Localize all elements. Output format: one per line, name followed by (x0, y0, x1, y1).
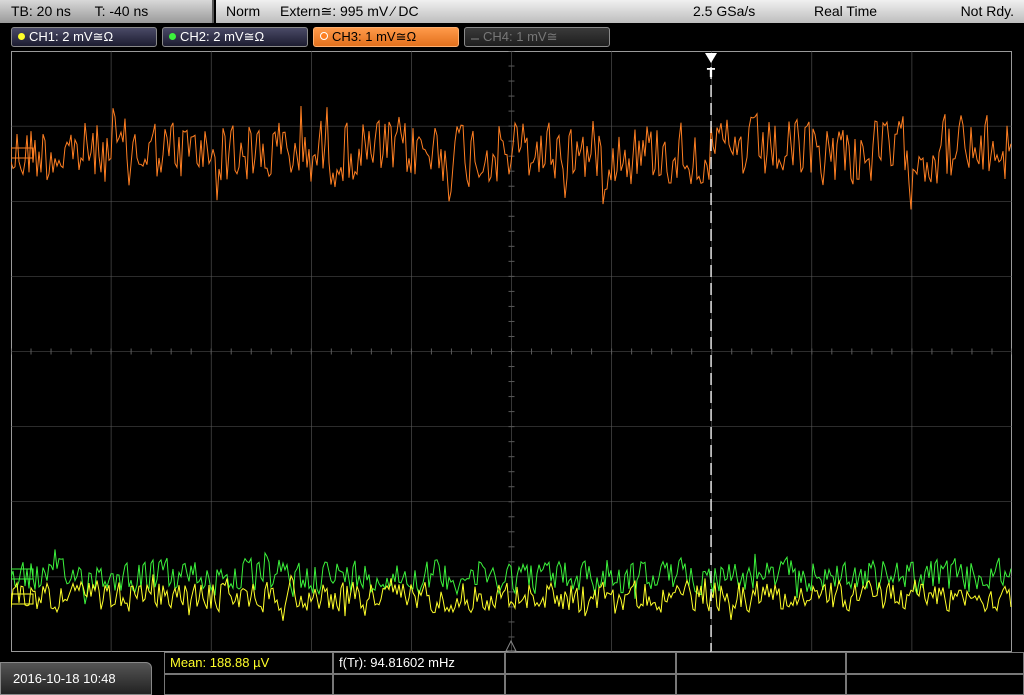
ch4-label: CH4: 1 mV≅ (483, 29, 558, 44)
ch1-label: CH1: 2 mV≅Ω (29, 29, 114, 44)
trigger-frequency-measurement[interactable]: f(Tr): 94.81602 mHz (333, 652, 505, 674)
trigger-marker-label: T (707, 66, 716, 80)
trigger-source: Extern≅: 995 mV ⁄ DC (280, 3, 419, 19)
measurement-panel[interactable]: Mean: 188.88 µV f(Tr): 94.81602 mHz (164, 652, 1024, 695)
ch3-waveform (11, 105, 1012, 210)
ch1-waveform (11, 574, 1012, 621)
trigger-ready-status: Not Rdy. (960, 3, 1014, 19)
top-status-bar: TB: 20 ns T: -40 ns Norm Extern≅: 995 mV… (0, 0, 1024, 24)
ch4-off-icon (471, 38, 479, 40)
measurement-slot-7[interactable] (333, 674, 505, 695)
ch2-dot-icon (169, 33, 176, 40)
ch2-label: CH2: 2 mV≅Ω (180, 29, 265, 44)
measurement-slot-6[interactable] (164, 674, 333, 695)
tab-ch3[interactable]: CH3: 1 mV≅Ω (313, 27, 459, 47)
measurement-slot-8[interactable] (505, 674, 676, 695)
trigger-arrow-icon[interactable] (705, 53, 717, 63)
measurement-slot-4[interactable] (676, 652, 846, 674)
ch1-dot-icon (18, 33, 25, 40)
measurement-slot-10[interactable] (846, 674, 1024, 695)
channel-tabs: CH1: 2 mV≅Ω CH2: 2 mV≅Ω CH3: 1 mV≅Ω CH4:… (0, 25, 1024, 49)
acquisition-status[interactable]: Norm Extern≅: 995 mV ⁄ DC 2.5 GSa/s Real… (216, 0, 1024, 23)
ch3-dot-icon (320, 32, 328, 40)
acquisition-mode: Real Time (814, 3, 878, 19)
measurement-slot-3[interactable] (505, 652, 676, 674)
bottom-bar: 2016-10-18 10:48 Mean: 188.88 µV f(Tr): … (0, 652, 1024, 695)
datetime-display: 2016-10-18 10:48 (0, 662, 152, 695)
ch3-label: CH3: 1 mV≅Ω (332, 29, 417, 44)
tab-ch2[interactable]: CH2: 2 mV≅Ω (162, 27, 308, 47)
timebase-label: TB: 20 ns (11, 3, 71, 19)
mean-measurement[interactable]: Mean: 188.88 µV (164, 652, 333, 674)
measurement-slot-9[interactable] (676, 674, 846, 695)
tab-ch1[interactable]: CH1: 2 mV≅Ω (11, 27, 157, 47)
waveform-plot[interactable]: T (11, 51, 1012, 652)
timebase-box[interactable]: TB: 20 ns T: -40 ns (0, 0, 214, 23)
center-marker-icon (505, 639, 517, 652)
tab-ch4[interactable]: CH4: 1 mV≅ (464, 27, 610, 47)
sample-rate: 2.5 GSa/s (693, 3, 756, 19)
trigger-offset-label: T: -40 ns (94, 3, 149, 19)
measurement-slot-5[interactable] (846, 652, 1024, 674)
trigger-mode: Norm (226, 3, 261, 19)
